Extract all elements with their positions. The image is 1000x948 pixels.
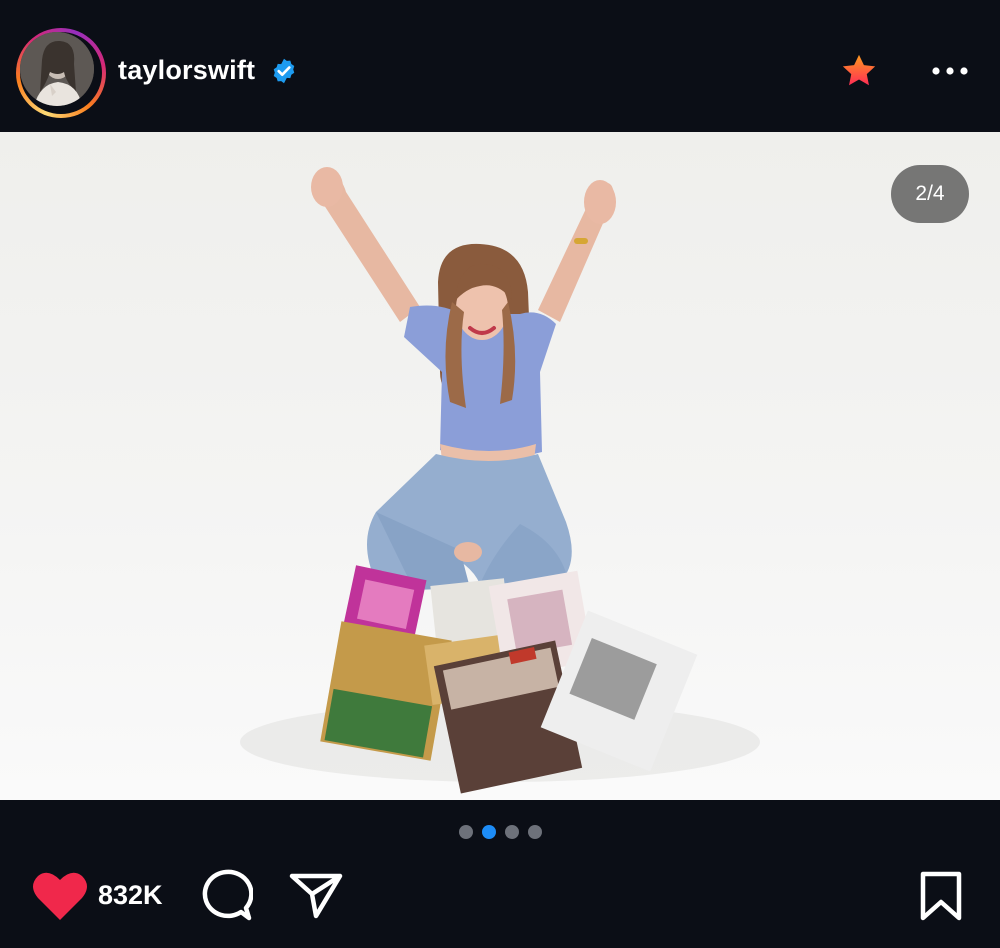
avatar-image (20, 32, 94, 106)
heart-icon[interactable] (32, 870, 88, 922)
more-options-icon[interactable] (930, 57, 970, 85)
action-bar: 832K (0, 860, 1000, 940)
post-photo-illustration (240, 167, 760, 794)
carousel-dot[interactable] (504, 825, 519, 839)
username[interactable]: taylorswift (118, 55, 255, 86)
story-ring[interactable] (16, 28, 106, 118)
bookmark-icon[interactable] (918, 870, 964, 922)
carousel-dot[interactable] (458, 825, 473, 839)
carousel-dot[interactable] (527, 825, 542, 839)
share-icon[interactable] (288, 870, 344, 920)
comment-icon[interactable] (199, 868, 253, 922)
post-header: taylorswift (0, 0, 1000, 132)
favorite-star-icon[interactable] (840, 52, 878, 90)
avatar[interactable] (20, 32, 94, 106)
carousel-indicator (0, 825, 1000, 841)
like-count[interactable]: 832K (98, 880, 163, 911)
carousel-dot-active[interactable] (481, 825, 496, 839)
post-image[interactable] (0, 132, 1000, 800)
slide-counter: 2/4 (891, 165, 969, 223)
verified-badge-icon (273, 58, 295, 84)
